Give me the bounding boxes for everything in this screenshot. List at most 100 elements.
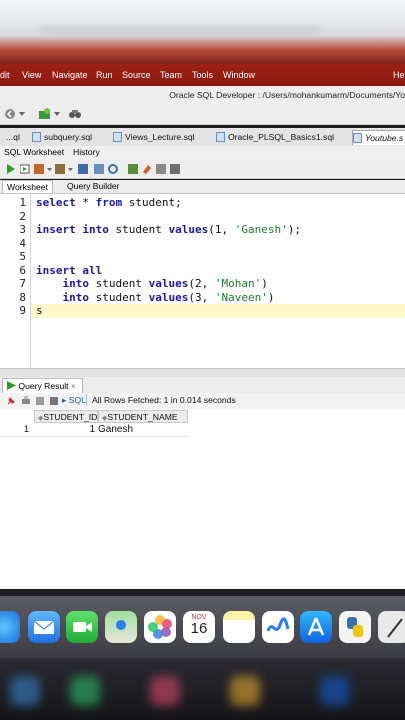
- python-app-icon[interactable]: [339, 611, 371, 643]
- facetime-app-icon[interactable]: [66, 611, 98, 643]
- background-blur-top: [0, 0, 405, 64]
- line-number: 9: [19, 304, 26, 317]
- sql-file-icon: [32, 132, 41, 142]
- tab-worksheet[interactable]: Worksheet: [2, 180, 53, 194]
- background-blur-bottom: [0, 658, 405, 720]
- menu-source[interactable]: Source: [122, 70, 151, 80]
- line-number: 2: [19, 209, 26, 223]
- map-pin-icon: [116, 620, 126, 630]
- sql-file-icon: [113, 132, 122, 142]
- menu-edit[interactable]: dit: [0, 70, 10, 80]
- sql-editor[interactable]: 1 2 3 4 5 6 7 8 9 select * from student;…: [0, 193, 405, 369]
- print-icon[interactable]: [21, 396, 31, 406]
- menu-window[interactable]: Window: [223, 70, 255, 80]
- tab-youtube[interactable]: Youtube.s: [352, 130, 405, 145]
- notes-app-icon[interactable]: [223, 611, 255, 643]
- worksheet-toolbar: [0, 160, 405, 179]
- tab-oracle-plsql-basics[interactable]: Oracle_PLSQL_Basics1.sql: [216, 130, 334, 144]
- pencil-icon: [387, 618, 403, 638]
- clear-icon[interactable]: [156, 164, 166, 174]
- freeform-app-icon[interactable]: [262, 611, 294, 643]
- export-icon[interactable]: [35, 396, 45, 406]
- scribble-icon: [266, 617, 290, 632]
- run-green-icon[interactable]: [38, 107, 51, 120]
- code-line: into student values(2, 'Mohan'): [62, 277, 268, 290]
- menu-help[interactable]: Help: [393, 70, 405, 80]
- run-statement-icon[interactable]: [6, 164, 16, 174]
- sql-file-icon: [216, 132, 225, 142]
- code-line: insert all: [36, 263, 103, 277]
- line-number: 7: [19, 277, 26, 290]
- cell-student-name: Ganesh: [98, 424, 134, 435]
- refresh-icon[interactable]: [108, 164, 118, 174]
- menu-team[interactable]: Team: [160, 70, 182, 80]
- results-grid[interactable]: ◆STUDENT_ID ◆STUDENT_NAME 1 1 Ganesh: [0, 409, 405, 589]
- app-store-a-icon: [307, 617, 325, 636]
- chevron-right-icon: ▸: [62, 395, 67, 405]
- worksheet-subtabs: SQL Worksheet History: [0, 146, 405, 160]
- code-line: select * from student;: [36, 196, 182, 209]
- tab-sql-worksheet[interactable]: SQL Worksheet: [4, 147, 64, 157]
- save-icon[interactable]: [49, 396, 59, 406]
- chevron-down-icon[interactable]: [47, 168, 52, 172]
- table-row[interactable]: 1 1 Ganesh: [0, 423, 188, 437]
- line-number: 4: [19, 236, 26, 250]
- app-store-icon[interactable]: [300, 611, 332, 643]
- tab-previous[interactable]: ...ql: [0, 130, 20, 144]
- column-header-student-id[interactable]: ◆STUDENT_ID: [34, 410, 98, 423]
- main-toolbar: [0, 104, 405, 125]
- python-logo-icon: [347, 617, 363, 637]
- column-header-student-name[interactable]: ◆STUDENT_NAME: [98, 410, 188, 423]
- textedit-app-icon[interactable]: [378, 611, 405, 643]
- cell-student-id: 1: [89, 424, 95, 435]
- line-number: 3: [19, 223, 26, 236]
- binoculars-icon[interactable]: [68, 107, 81, 120]
- line-number: 8: [19, 290, 26, 304]
- autotrace-icon[interactable]: [55, 164, 65, 174]
- video-camera-icon: [73, 622, 92, 632]
- format-eraser-icon[interactable]: [142, 164, 152, 174]
- explain-plan-icon[interactable]: [34, 164, 44, 174]
- divider: [86, 394, 87, 406]
- close-icon[interactable]: ×: [71, 382, 76, 391]
- commit-icon[interactable]: [78, 164, 88, 174]
- menu-run[interactable]: Run: [96, 70, 113, 80]
- chevron-down-icon[interactable]: [68, 168, 73, 172]
- rollback-icon[interactable]: [94, 164, 104, 174]
- code-line: into student values(3, 'Naveen'): [62, 290, 275, 304]
- result-toolbar: ▸ SQL All Rows Fetched: 1 in 0.014 secon…: [0, 393, 405, 410]
- macos-dock: NOV 16: [0, 596, 405, 658]
- tab-query-result[interactable]: Query Result ×: [2, 378, 83, 393]
- menu-navigate[interactable]: Navigate: [52, 70, 88, 80]
- maps-app-icon[interactable]: [105, 611, 137, 643]
- calendar-app-icon[interactable]: NOV 16: [183, 611, 215, 643]
- calendar-day: 16: [190, 620, 208, 637]
- tab-history[interactable]: History: [73, 147, 100, 157]
- line-number: 5: [19, 250, 26, 263]
- safari-app-icon[interactable]: [0, 611, 20, 643]
- tab-views-lecture[interactable]: Views_Lecture.sql: [113, 130, 195, 144]
- pin-icon[interactable]: [6, 396, 16, 406]
- chevron-down-icon[interactable]: [54, 112, 60, 117]
- navigate-back-icon[interactable]: [4, 108, 16, 120]
- tab-subquery[interactable]: subquery.sql: [32, 130, 92, 144]
- mail-app-icon[interactable]: [28, 611, 60, 643]
- tab-query-builder[interactable]: Query Builder: [63, 180, 124, 193]
- line-number: 6: [19, 263, 26, 277]
- editor-mode-tabs: Worksheet Query Builder: [0, 180, 405, 194]
- run-green-icon: [7, 381, 16, 390]
- sql-tuning-icon[interactable]: [128, 164, 138, 174]
- code-line: insert into student values(1, 'Ganesh');: [36, 223, 301, 236]
- photos-app-icon[interactable]: [144, 611, 176, 643]
- chevron-down-icon[interactable]: [19, 112, 25, 117]
- envelope-icon: [33, 620, 55, 634]
- run-script-icon[interactable]: [20, 164, 30, 174]
- current-line-highlight: [31, 304, 405, 318]
- sql-view-link[interactable]: ▸ SQL: [62, 395, 86, 406]
- window-title: Oracle SQL Developer : /Users/mohankumar…: [169, 90, 405, 100]
- plan-icon[interactable]: [170, 164, 180, 174]
- menu-bar: dit View Navigate Run Source Team Tools …: [0, 64, 405, 86]
- window-titlebar: Oracle SQL Developer : /Users/mohankumar…: [0, 86, 405, 105]
- menu-tools[interactable]: Tools: [192, 70, 213, 80]
- menu-view[interactable]: View: [22, 70, 41, 80]
